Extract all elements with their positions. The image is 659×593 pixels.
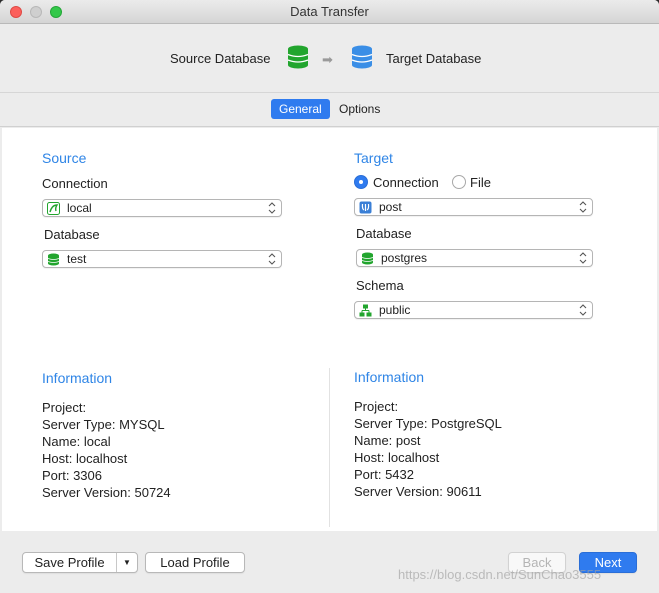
- source-info-name: Name: local: [42, 434, 111, 449]
- source-connection-label: Connection: [42, 176, 108, 191]
- target-info-host: Host: localhost: [354, 450, 440, 465]
- data-transfer-window: Data Transfer Source Database ➡ Target D…: [0, 0, 659, 593]
- target-database-icon: [351, 45, 373, 69]
- tab-options[interactable]: Options: [331, 99, 388, 119]
- schema-label: Schema: [356, 278, 404, 293]
- postgresql-connection-icon: [359, 201, 372, 214]
- source-section-title: Source: [42, 150, 87, 166]
- target-connection-select[interactable]: post: [354, 198, 593, 216]
- column-divider: [329, 368, 330, 527]
- source-info-host: Host: localhost: [42, 451, 128, 466]
- chevron-up-down-icon: [579, 201, 587, 213]
- target-section-title: Target: [354, 150, 393, 166]
- tab-general[interactable]: General: [271, 99, 330, 119]
- tab-bar: General Options: [0, 94, 659, 127]
- target-database-select[interactable]: postgres: [356, 249, 593, 267]
- target-schema-value: public: [379, 303, 411, 317]
- target-info-project: Project:: [354, 399, 399, 414]
- connection-radio[interactable]: [354, 175, 368, 189]
- target-info-name: Name: post: [354, 433, 421, 448]
- source-connection-value: local: [67, 201, 92, 215]
- source-database-icon: [287, 45, 309, 69]
- watermark-text: https://blog.csdn.net/SunChao3555: [398, 567, 602, 582]
- file-radio[interactable]: [452, 175, 466, 189]
- target-schema-select[interactable]: public: [354, 301, 593, 319]
- database-icon: [47, 253, 60, 266]
- source-info-project: Project:: [42, 400, 87, 415]
- source-info-port: Port: 3306: [42, 468, 102, 483]
- save-profile-button[interactable]: Save Profile ▼: [22, 552, 138, 573]
- chevron-up-down-icon: [579, 252, 587, 264]
- source-database-label: Source Database: [170, 51, 271, 66]
- source-info-server-type: Server Type: MYSQL: [42, 417, 165, 432]
- footer-bar: Save Profile ▼ Load Profile Back Next ht…: [0, 531, 659, 593]
- source-info-server-version: Server Version: 50724: [42, 485, 171, 500]
- connection-radio-label[interactable]: Connection: [373, 175, 439, 190]
- target-connection-value: post: [379, 200, 402, 214]
- target-information-title: Information: [354, 369, 425, 385]
- target-info-server-version: Server Version: 90611: [354, 484, 482, 499]
- transfer-header: Source Database ➡ Target Database: [0, 25, 659, 93]
- target-database-field-label: Database: [356, 226, 412, 241]
- load-profile-button[interactable]: Load Profile: [145, 552, 245, 573]
- window-title: Data Transfer: [290, 4, 369, 19]
- source-database-field-label: Database: [44, 227, 100, 242]
- chevron-up-down-icon: [579, 304, 587, 316]
- general-panel: Source Connection local Database test Ta…: [2, 128, 657, 531]
- database-icon: [361, 252, 374, 265]
- chevron-up-down-icon: [268, 253, 276, 265]
- source-connection-select[interactable]: local: [42, 199, 282, 217]
- mysql-connection-icon: [47, 202, 60, 215]
- save-profile-label: Save Profile: [34, 555, 105, 570]
- file-radio-label[interactable]: File: [470, 175, 491, 190]
- target-info-port: Port: 5432: [354, 467, 414, 482]
- schema-icon: [359, 304, 372, 317]
- source-database-select[interactable]: test: [42, 250, 282, 268]
- chevron-up-down-icon: [268, 202, 276, 214]
- save-profile-menu-chevron-icon[interactable]: ▼: [116, 553, 137, 572]
- target-database-value: postgres: [381, 251, 428, 265]
- source-database-value: test: [67, 252, 87, 266]
- target-info-server-type: Server Type: PostgreSQL: [354, 416, 502, 431]
- source-information-title: Information: [42, 370, 113, 386]
- arrow-right-icon: ➡: [322, 52, 333, 67]
- title-bar: Data Transfer: [0, 0, 659, 24]
- target-database-label: Target Database: [386, 51, 482, 66]
